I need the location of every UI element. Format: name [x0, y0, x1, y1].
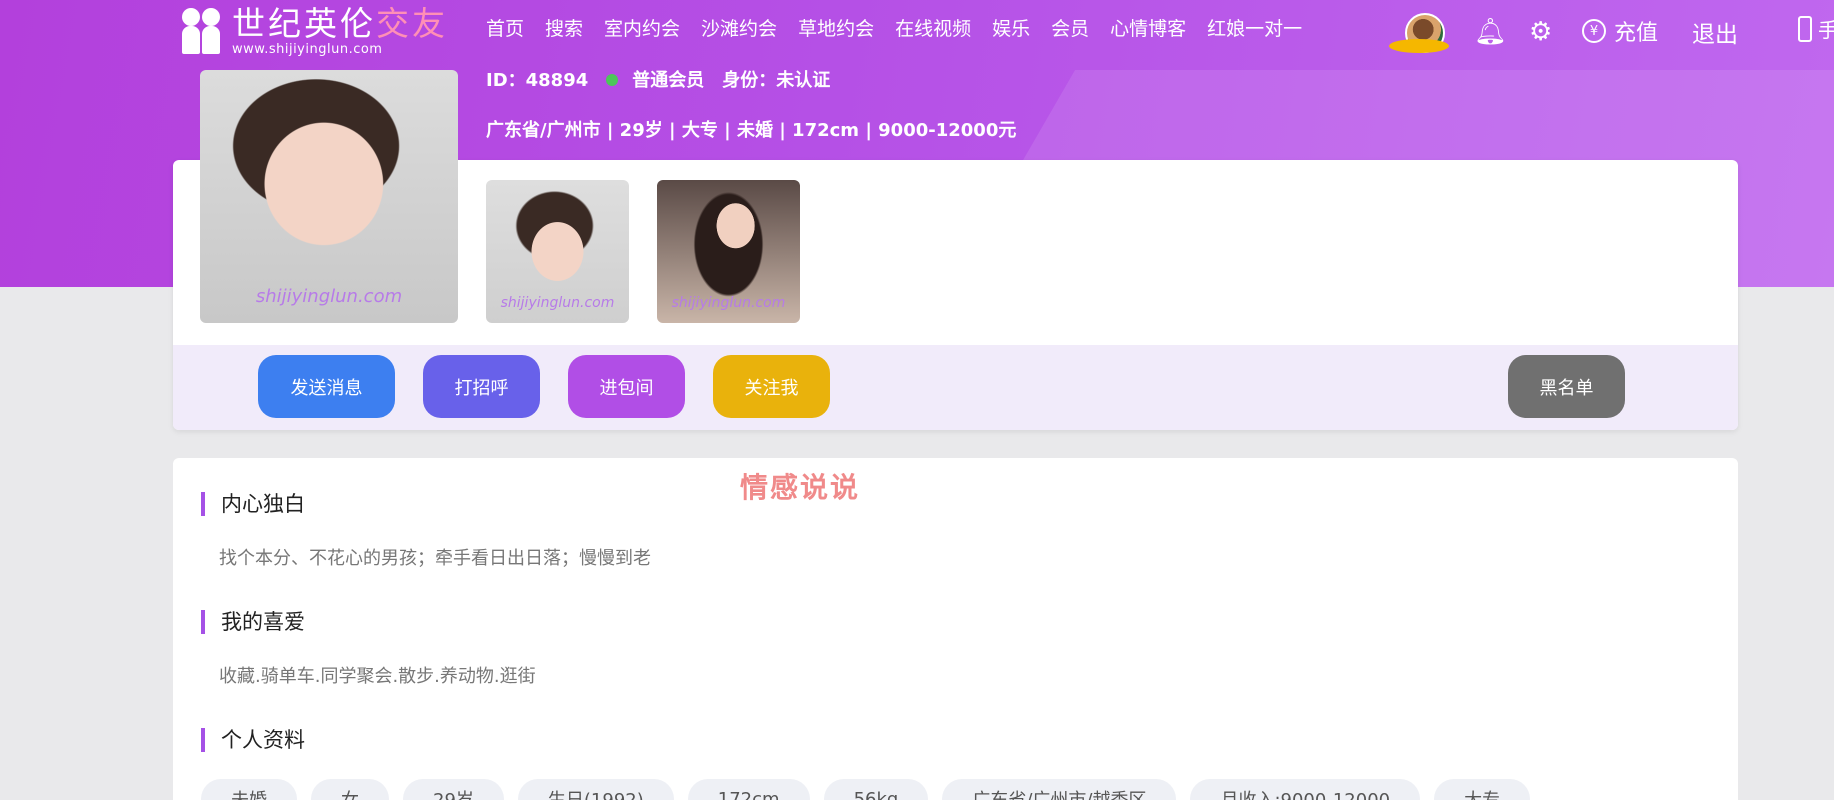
- profile-id: ID：48894: [486, 70, 589, 91]
- mobile-link[interactable]: 手: [1798, 14, 1834, 43]
- logo-url: www.shijiyinglun.com: [232, 41, 383, 57]
- nav-lawn-date[interactable]: 草地约会: [798, 14, 874, 41]
- nav-mood-blog[interactable]: 心情博客: [1110, 14, 1186, 41]
- logo-text: 世纪英伦交友 www.shijiyinglun.com: [232, 3, 448, 57]
- site-logo[interactable]: 世纪英伦交友 www.shijiyinglun.com: [180, 4, 448, 58]
- logo-title-accent: 交友: [376, 3, 448, 43]
- coin-icon: ¥: [1582, 19, 1606, 43]
- nav-beach-date[interactable]: 沙滩约会: [701, 14, 777, 41]
- photo-thumbnail-2[interactable]: shijiyinglun.com: [657, 180, 800, 323]
- tag-weight: 56kg: [823, 779, 929, 800]
- nav-matchmaker[interactable]: 红娘一对一: [1207, 14, 1302, 41]
- bell-icon[interactable]: 🔔︎: [1474, 17, 1507, 47]
- hobbies-text: 收藏.骑单车.同学聚会.散步.养动物.逛街: [219, 666, 536, 687]
- logo-title-main: 世纪英伦: [232, 3, 376, 43]
- tag-birth-year: 生日(1992): [517, 779, 674, 800]
- photo-thumbnail-1[interactable]: shijiyinglun.com: [486, 180, 629, 323]
- recharge-label: 充值: [1614, 21, 1659, 46]
- main-nav: 首页 搜索 室内约会 沙滩约会 草地约会 在线视频 娱乐 会员 心情博客 红娘一…: [486, 14, 1302, 41]
- online-dot-icon: [606, 74, 619, 86]
- tag-income: 月收入:9000-12000: [1190, 779, 1421, 800]
- private-room-button[interactable]: 进包间: [568, 355, 685, 418]
- logout-button[interactable]: 退出: [1692, 15, 1738, 49]
- recharge-button[interactable]: ¥ 充值: [1582, 15, 1658, 47]
- user-avatar[interactable]: [1389, 13, 1449, 53]
- nav-online-video[interactable]: 在线视频: [895, 14, 971, 41]
- profile-details: 广东省/广州市 | 29岁 | 大专 | 未婚 | 172cm | 9000-1…: [486, 120, 1017, 141]
- photo-watermark: shijiyinglun.com: [500, 295, 615, 311]
- photo-watermark: shijiyinglun.com: [255, 286, 403, 307]
- nav-indoor-date[interactable]: 室内约会: [604, 14, 680, 41]
- mobile-label: 手: [1818, 18, 1834, 42]
- section-title-personal: 个人资料: [201, 728, 305, 752]
- identity-status: 身份：未认证: [722, 70, 831, 91]
- membership-status: 普通会员: [606, 66, 704, 92]
- profile-detail-card: 内心独白 找个本分、不花心的男孩；牵手看日出日落；慢慢到老 我的喜爱 收藏.骑单…: [173, 458, 1738, 800]
- monologue-text: 找个本分、不花心的男孩；牵手看日出日落；慢慢到老: [219, 548, 651, 569]
- nav-entertainment[interactable]: 娱乐: [992, 14, 1030, 41]
- phone-icon: [1798, 15, 1812, 42]
- nav-search[interactable]: 搜索: [545, 14, 583, 41]
- follow-button[interactable]: 关注我: [713, 355, 830, 418]
- nav-membership[interactable]: 会员: [1051, 14, 1089, 41]
- profile-id-line: ID：48894 普通会员 身份：未认证: [486, 66, 830, 92]
- main-profile-photo[interactable]: shijiyinglun.com: [200, 70, 458, 323]
- section-title-monologue: 内心独白: [201, 492, 305, 516]
- tag-marital: 未婚: [201, 779, 297, 800]
- send-message-button[interactable]: 发送消息: [258, 355, 395, 418]
- overlay-watermark: 情感说说: [740, 471, 861, 504]
- tag-gender: 女: [311, 779, 389, 800]
- blacklist-button[interactable]: 黑名单: [1508, 355, 1625, 418]
- membership-label: 普通会员: [632, 70, 705, 91]
- tag-height: 172cm: [687, 779, 810, 800]
- action-bar: 发送消息 打招呼 进包间 关注我 黑名单: [173, 345, 1738, 430]
- tag-age: 29岁: [403, 779, 504, 800]
- couple-logo-icon: [180, 6, 222, 56]
- photo-watermark: shijiyinglun.com: [671, 295, 786, 311]
- section-title-hobbies: 我的喜爱: [201, 610, 305, 634]
- tag-education: 大专: [1434, 779, 1531, 800]
- gear-icon[interactable]: ⚙: [1529, 17, 1552, 47]
- personal-tags: 未婚 女 29岁 生日(1992) 172cm 56kg 广东省/广州市/越秀区…: [201, 779, 1531, 800]
- tag-location: 广东省/广州市/越秀区: [942, 779, 1177, 800]
- vip-badge-icon: [1389, 39, 1449, 53]
- nav-home[interactable]: 首页: [486, 14, 524, 41]
- greet-button[interactable]: 打招呼: [423, 355, 540, 418]
